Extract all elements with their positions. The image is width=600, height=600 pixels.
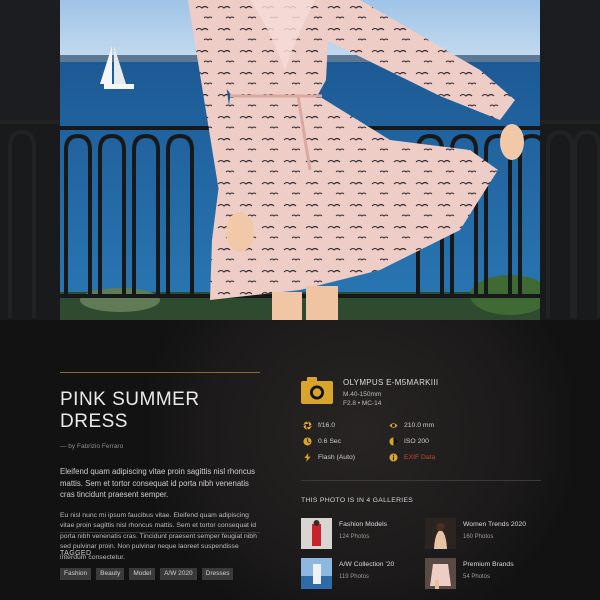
camera-settings: F2.8 • MC-14	[343, 400, 382, 407]
spec-exif[interactable]: EXIF Data	[389, 453, 435, 462]
spec-shutter: 0.6 Sec	[303, 437, 341, 446]
gallery-name[interactable]: A/W Collection '20	[339, 561, 394, 568]
photo-info: PINK SUMMER DRESS — by Fabrizio Ferraro …	[60, 372, 260, 580]
tag-beauty[interactable]: Beauty	[96, 568, 125, 580]
spec-aperture: f/16.0	[303, 421, 335, 430]
gallery-item-women-trends[interactable]: Women Trends 2020 160 Photos	[425, 518, 526, 549]
spec-flash-value: Flash (Auto)	[318, 454, 356, 461]
page-title: PINK SUMMER DRESS	[60, 389, 200, 432]
galleries-divider	[301, 480, 541, 481]
iso-icon	[389, 437, 398, 446]
tag-model[interactable]: Model	[129, 568, 156, 580]
author-byline[interactable]: — by Fabrizio Ferraro	[60, 443, 260, 450]
shutter-icon	[303, 437, 312, 446]
gallery-thumbnail[interactable]	[301, 558, 332, 589]
spec-focal: 210.0 mm	[389, 421, 434, 430]
gallery-count: 119 Photos	[339, 574, 369, 580]
gallery-item-aw-collection[interactable]: A/W Collection '20 119 Photos	[301, 558, 394, 589]
spec-shutter-value: 0.6 Sec	[318, 438, 342, 445]
tag-dresses[interactable]: Dresses	[201, 568, 234, 580]
camera-icon	[301, 377, 333, 404]
flash-icon	[304, 453, 311, 462]
gallery-count: 124 Photos	[339, 534, 370, 540]
gallery-count: 54 Photos	[463, 574, 491, 580]
eye-icon	[389, 423, 398, 428]
spec-flash: Flash (Auto)	[303, 453, 355, 462]
gallery-name[interactable]: Women Trends 2020	[463, 521, 526, 528]
hero-photo[interactable]	[60, 0, 540, 320]
tagged-divider	[60, 532, 260, 533]
tagged-heading: TAGGED	[60, 550, 92, 557]
spec-focal-value: 210.0 mm	[404, 422, 435, 429]
exif-data-link[interactable]: EXIF Data	[404, 454, 435, 461]
title-divider	[60, 372, 260, 373]
tag-aw-2020[interactable]: A/W 2020	[160, 568, 197, 580]
galleries-heading: THIS PHOTO IS IN 4 GALLERIES	[301, 497, 414, 504]
spec-iso: ISO 200	[389, 437, 429, 446]
camera-model: OLYMPUS E-M5MARKIII	[343, 378, 439, 387]
hero-photo-illustration	[60, 0, 540, 320]
tag-list: Fashion Beauty Model A/W 2020 Dresses	[60, 568, 234, 580]
gallery-name[interactable]: Fashion Models	[339, 521, 387, 528]
gallery-thumbnail[interactable]	[425, 558, 456, 589]
aperture-icon	[303, 421, 312, 430]
tag-fashion[interactable]: Fashion	[60, 568, 92, 580]
gallery-thumbnail[interactable]	[425, 518, 456, 549]
gallery-thumbnail[interactable]	[301, 518, 332, 549]
gallery-count: 160 Photos	[463, 534, 494, 540]
gallery-name[interactable]: Premium Brands	[463, 561, 514, 568]
spec-iso-value: ISO 200	[404, 438, 429, 445]
gallery-item-fashion-models[interactable]: Fashion Models 124 Photos	[301, 518, 387, 549]
spec-aperture-value: f/16.0	[318, 422, 336, 429]
camera-lens: M.40-150mm	[343, 391, 382, 398]
lead-paragraph: Eleifend quam adipiscing vitae proin sag…	[60, 467, 256, 499]
info-icon	[389, 453, 398, 462]
gallery-item-premium-brands[interactable]: Premium Brands 54 Photos	[425, 558, 514, 589]
